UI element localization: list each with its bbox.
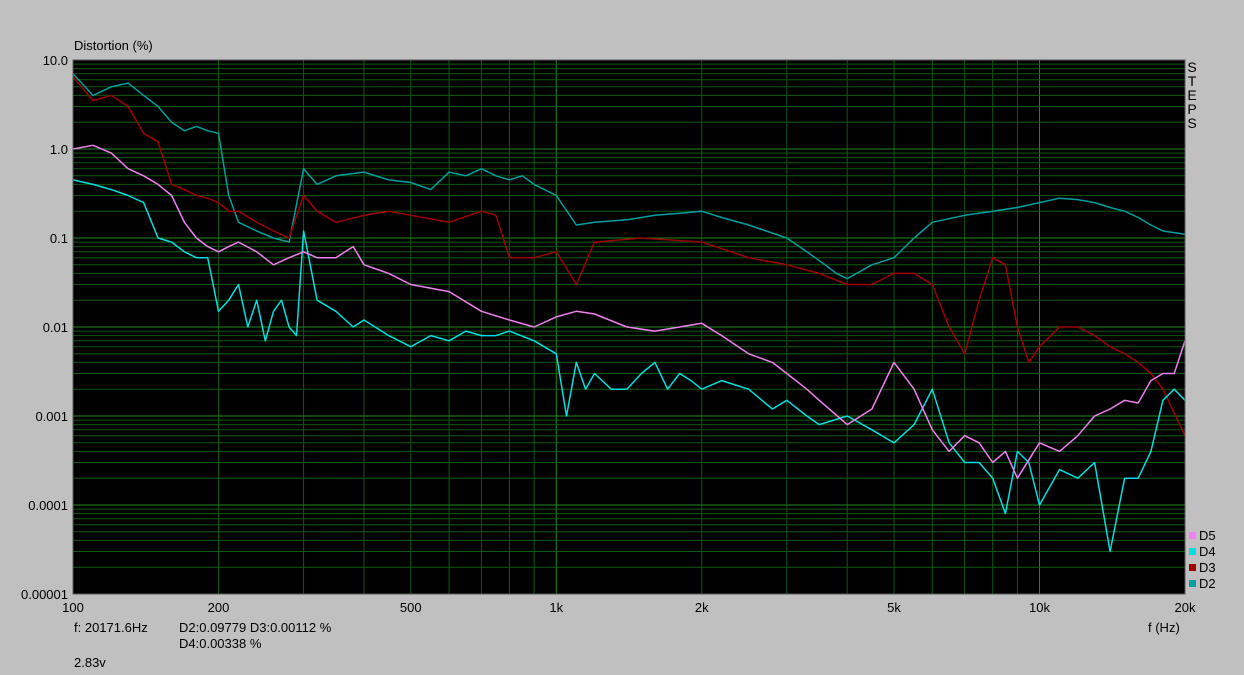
y-axis-title: Distortion (%)	[74, 38, 153, 53]
legend-label-d2: D2	[1199, 576, 1216, 591]
x-tick-label: 5k	[887, 600, 901, 615]
legend-label-d4: D4	[1199, 544, 1216, 559]
legend-swatch-d5	[1189, 532, 1196, 539]
x-axis-title: f (Hz)	[1148, 620, 1180, 635]
legend: D5D4D3D2	[1189, 528, 1216, 591]
y-tick-label: 1.0	[50, 142, 68, 157]
y-tick-label: 0.00001	[21, 587, 68, 602]
x-tick-label: 10k	[1029, 600, 1050, 615]
x-tick-label: 2k	[695, 600, 709, 615]
legend-swatch-d4	[1189, 548, 1196, 555]
y-tick-label: 0.1	[50, 231, 68, 246]
x-tick-label: 1k	[549, 600, 563, 615]
x-tick-label: 100	[62, 600, 84, 615]
steps-label[interactable]: STEPS	[1186, 60, 1198, 130]
cursor-values-line1: D2:0.09779 D3:0.00112 %	[179, 620, 332, 635]
legend-label-d5: D5	[1199, 528, 1216, 543]
y-tick-label: 0.01	[43, 320, 68, 335]
cursor-values-line2: D4:0.00338 %	[179, 636, 262, 651]
y-tick-label: 0.0001	[28, 498, 68, 513]
x-tick-label: 20k	[1175, 600, 1196, 615]
legend-swatch-d3	[1189, 564, 1196, 571]
x-tick-label: 500	[400, 600, 422, 615]
legend-swatch-d2	[1189, 580, 1196, 587]
drive-level-label: 2.83v	[74, 655, 106, 670]
legend-label-d3: D3	[1199, 560, 1216, 575]
cursor-frequency-readout: f: 20171.6Hz	[74, 620, 148, 635]
y-tick-label: 10.0	[43, 53, 68, 68]
x-tick-label: 200	[208, 600, 230, 615]
distortion-chart: 100 200 500 1k 2k 5k 10k 20k 10.0 1.0 0.1 0.01 0.001…	[21, 53, 1216, 615]
y-tick-label: 0.001	[35, 409, 68, 424]
